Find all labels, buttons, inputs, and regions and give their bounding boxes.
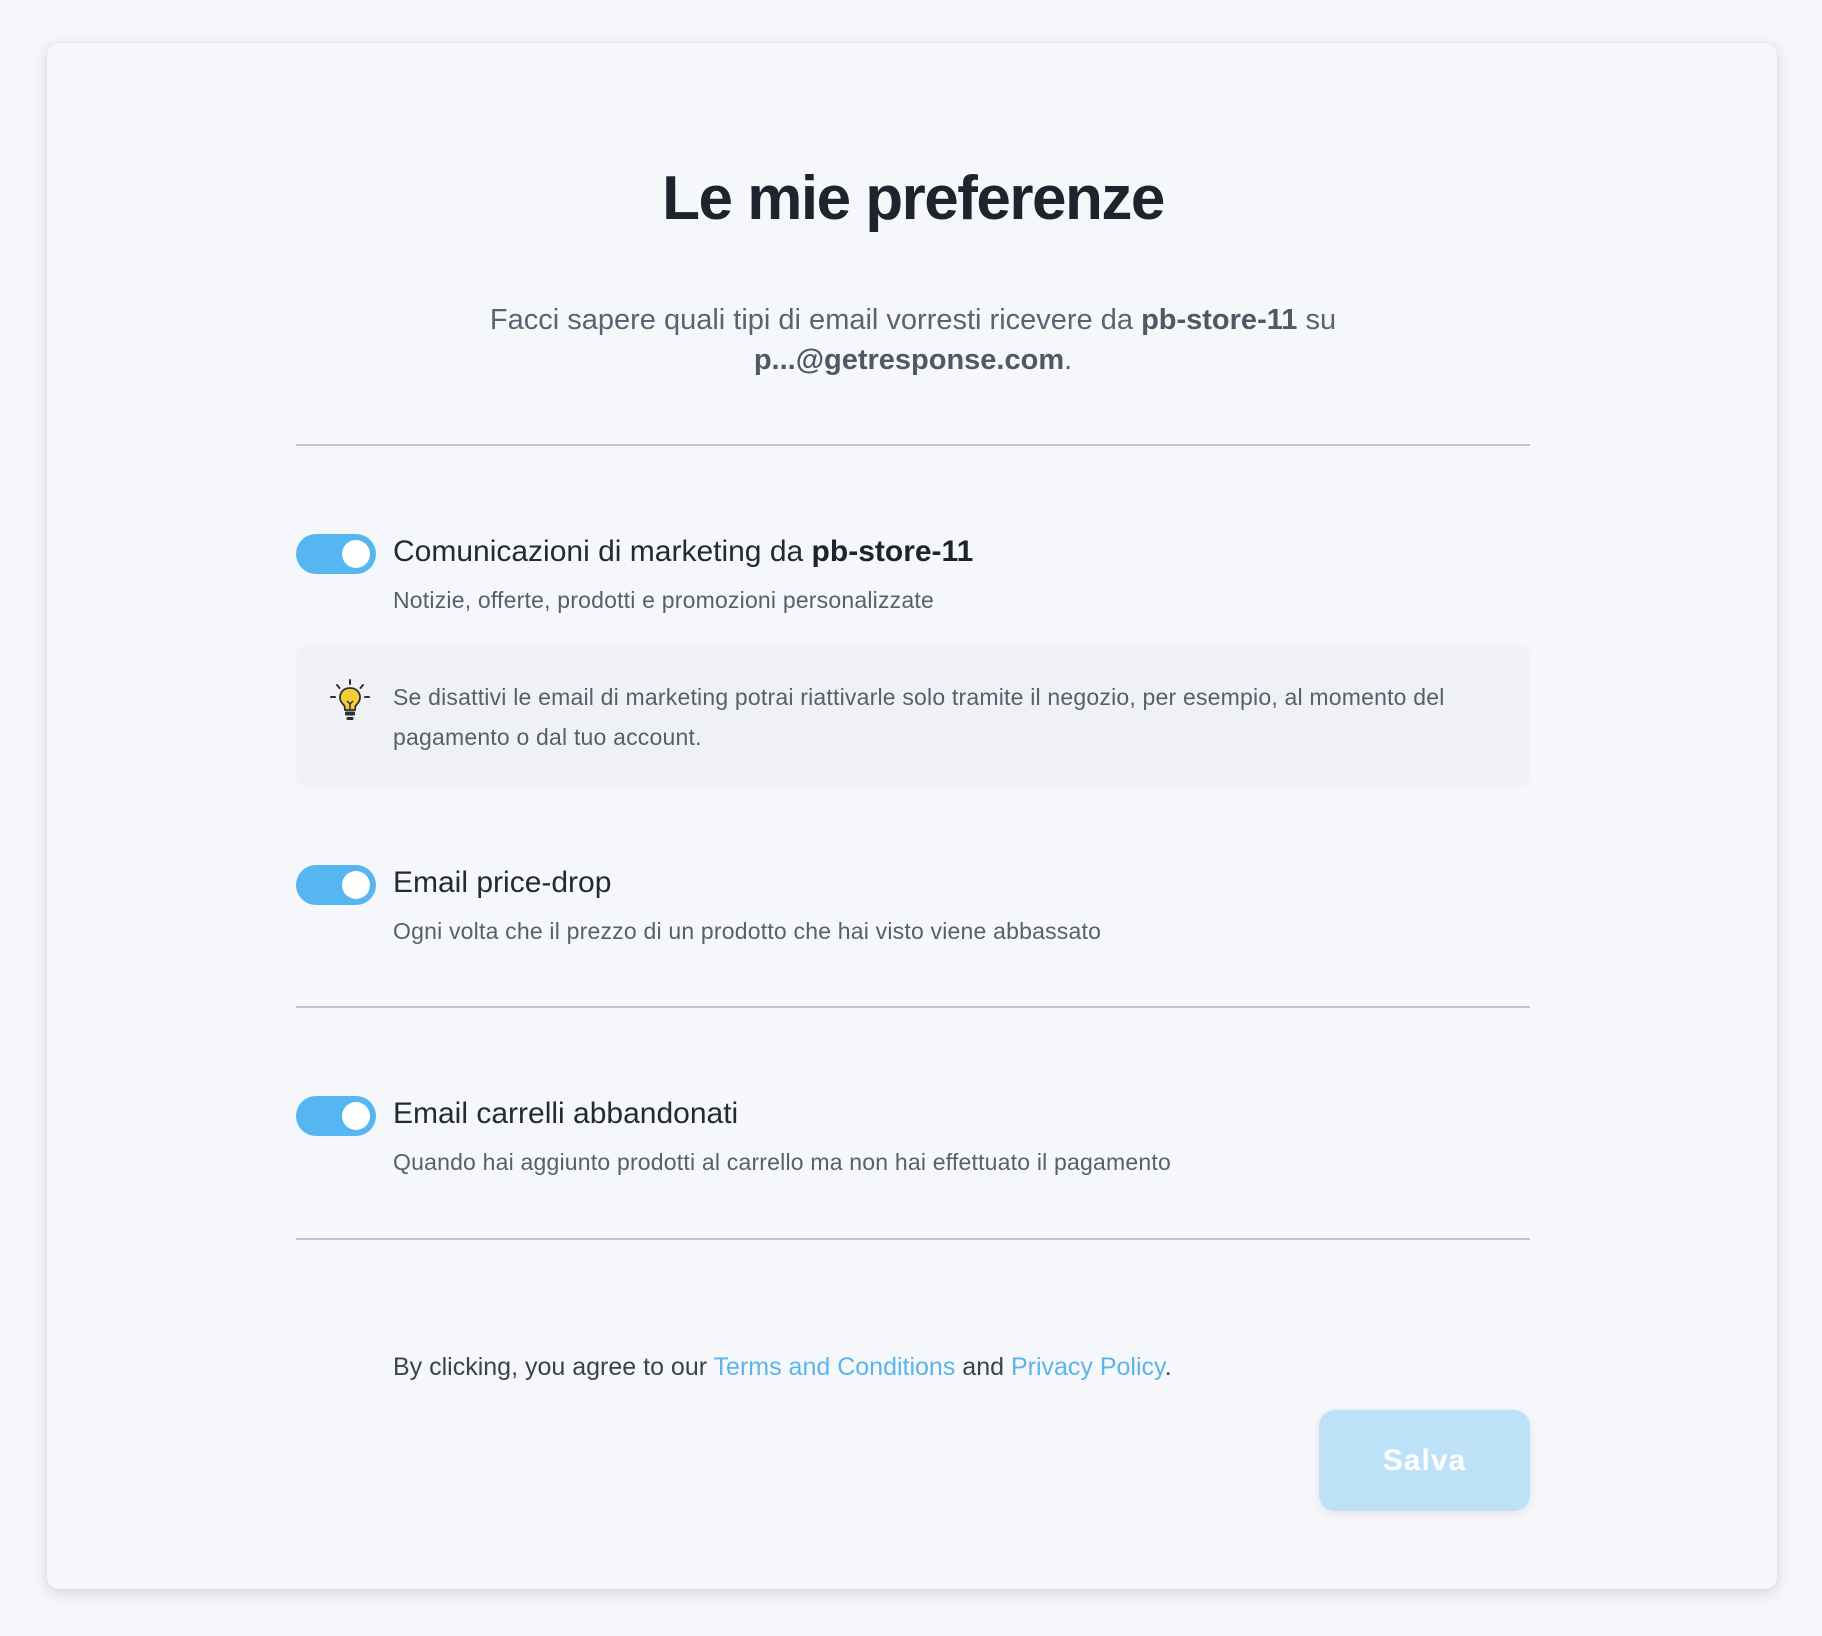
preferences-card: Le mie preferenze Facci sapere quali tip… bbox=[47, 43, 1777, 1589]
terms-link[interactable]: Terms and Conditions bbox=[714, 1353, 956, 1381]
marketing-tip-box: Se disattivi le email di marketing potra… bbox=[296, 645, 1530, 787]
legal-end-text: . bbox=[1164, 1353, 1172, 1381]
lightbulb-icon bbox=[330, 679, 370, 720]
toggle-knob bbox=[342, 871, 370, 899]
store-name: pb-store-11 bbox=[1141, 304, 1298, 336]
preference-title-text: Comunicazioni di marketing da bbox=[393, 535, 812, 568]
divider-top bbox=[296, 444, 1530, 446]
tip-text: Se disattivi le email di marketing potra… bbox=[393, 684, 1445, 750]
marketing-toggle[interactable] bbox=[296, 534, 376, 574]
recipient-email: p...@getresponse.com bbox=[753, 344, 1065, 376]
preference-description: Ogni volta che il prezzo di un prodotto … bbox=[393, 918, 1102, 944]
subtitle-connector-text: su bbox=[1297, 304, 1337, 336]
subtitle-end-text: . bbox=[1064, 344, 1073, 376]
toggle-knob bbox=[342, 540, 370, 568]
preference-title: Email price-drop bbox=[393, 866, 612, 899]
save-button[interactable]: Salva bbox=[1319, 1410, 1530, 1511]
preference-description: Notizie, offerte, prodotti e promozioni … bbox=[393, 587, 934, 613]
preference-description: Quando hai aggiunto prodotti al carrello… bbox=[393, 1149, 1171, 1175]
preference-store-name: pb-store-11 bbox=[811, 535, 974, 568]
privacy-policy-link[interactable]: Privacy Policy bbox=[1011, 1353, 1165, 1381]
price-drop-toggle[interactable] bbox=[296, 865, 376, 905]
legal-connector-text: and bbox=[955, 1353, 1011, 1381]
page-title: Le mie preferenze bbox=[662, 164, 1165, 233]
abandoned-cart-toggle[interactable] bbox=[296, 1096, 376, 1136]
subtitle-intro-text: Facci sapere quali tipi di email vorrest… bbox=[489, 304, 1142, 336]
preference-title: Email carrelli abbandonati bbox=[393, 1097, 739, 1130]
legal-notice: By clicking, you agree to our Terms and … bbox=[393, 1349, 1172, 1385]
legal-text: By clicking, you agree to our bbox=[393, 1353, 714, 1381]
divider-bottom bbox=[296, 1238, 1530, 1240]
page-subtitle: Facci sapere quali tipi di email vorrest… bbox=[416, 300, 1410, 380]
toggle-knob bbox=[342, 1102, 370, 1130]
preference-title: Comunicazioni di marketing da pb-store-1… bbox=[393, 532, 973, 572]
divider-middle bbox=[296, 1006, 1530, 1008]
